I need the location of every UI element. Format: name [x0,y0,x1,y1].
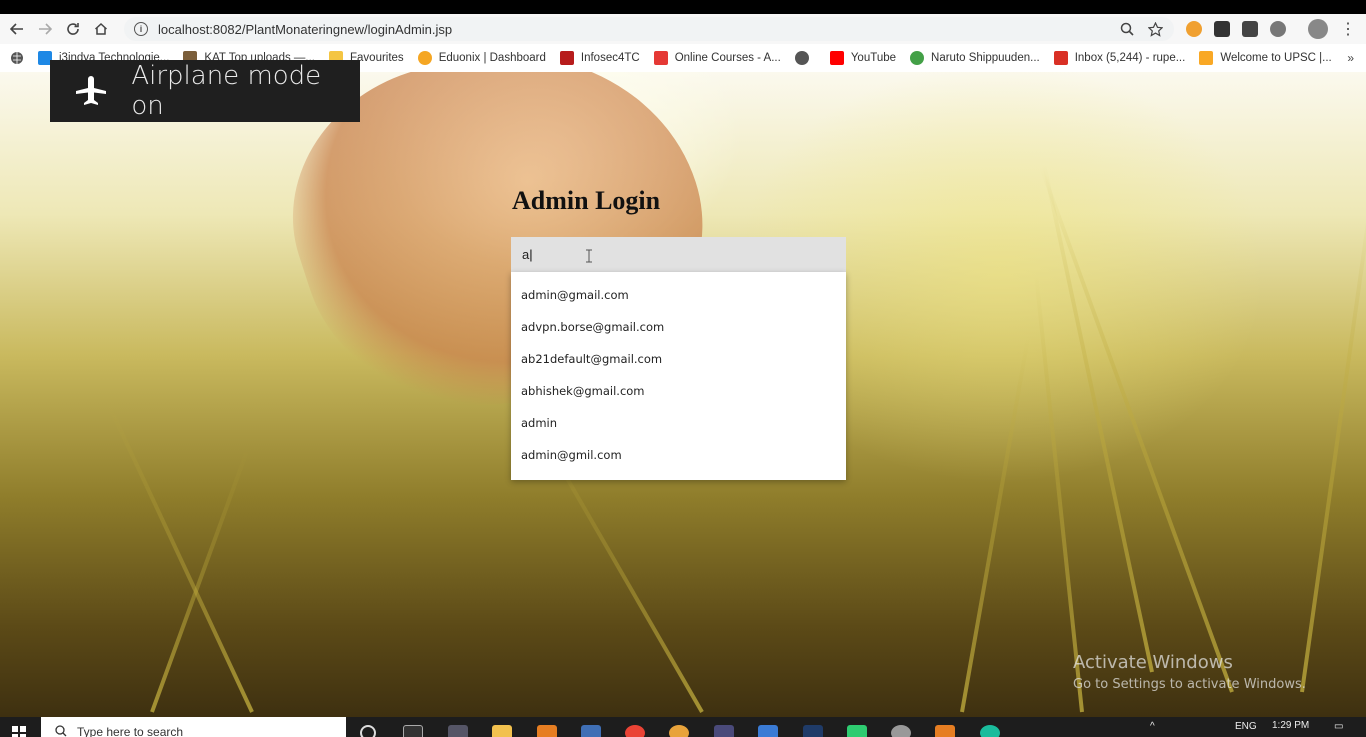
page-title: Admin Login [512,186,661,215]
autocomplete-option[interactable]: abhishek@gmail.com [511,375,846,407]
bookmark-label: Infosec4TC [580,52,640,64]
email-field[interactable]: a | [511,237,846,272]
bookmark-item[interactable]: Eduonix | Dashboard [417,51,546,65]
address-bar-actions [1120,18,1163,40]
globe-icon [11,52,23,64]
avatar[interactable] [1308,19,1328,39]
notification-icon[interactable]: ▭ [1334,721,1343,732]
arrow-left-icon [10,23,23,35]
wheat-stalk [1038,165,1234,693]
bookmark-label: Inbox (5,244) - rupe... [1074,52,1186,64]
autocomplete-option[interactable]: admin@gmil.com [511,439,846,471]
chevron-right-icon[interactable]: » [1347,51,1354,65]
bookmark-item[interactable] [794,51,816,65]
cookie-extension-icon[interactable] [1186,21,1202,37]
bookmark-item[interactable]: Welcome to UPSC |... [1199,51,1332,65]
bookmark-item[interactable]: Online Courses - A... [653,51,781,65]
wheat-stalk [106,403,254,713]
autocomplete-option[interactable]: admin [511,407,846,439]
settings-app-icon[interactable] [891,725,911,737]
tray-chevron-icon[interactable]: ^ [1150,721,1155,732]
selenium-extension-icon[interactable] [1242,21,1258,37]
autocomplete-option[interactable]: advpn.borse@gmail.com [511,311,846,343]
info-icon[interactable]: i [134,22,148,36]
search-icon [55,725,67,737]
wheat-stalk [1300,196,1366,693]
word-icon[interactable] [581,725,601,737]
leaf-extension-icon[interactable] [1270,21,1286,37]
screen-top-bar [0,0,1366,14]
autocomplete-option[interactable]: ab21default@gmail.com [511,343,846,375]
xampp-icon[interactable] [935,725,955,737]
arduino-icon[interactable] [980,725,1000,737]
bookmark-item[interactable]: Naruto Shippuuden... [910,51,1040,65]
wheat-stalk [960,337,1030,713]
package-extension-icon[interactable] [1214,21,1230,37]
forward-button[interactable] [31,15,59,43]
task-view-icon[interactable] [448,725,468,737]
globe-icon [794,51,809,65]
clock-time[interactable]: 1:29 PM [1272,720,1309,731]
upsc-icon [1199,51,1214,65]
taskbar-search[interactable]: Type here to search [41,717,346,737]
vpn-icon[interactable] [758,725,778,737]
eduonix-icon [417,51,432,65]
bookmark-item[interactable]: Infosec4TC [559,51,640,65]
menu-dots-icon[interactable]: ⋮ [1340,19,1356,39]
watermark-subtitle: Go to Settings to activate Windows. [1073,677,1306,692]
bookmark-label: Naruto Shippuuden... [931,52,1040,64]
airplane-mode-text: Airplane mode on [131,61,322,121]
autocomplete-list: admin@gmail.com advpn.borse@gmail.com ab… [511,272,846,480]
airplane-icon [50,74,131,108]
udemy-icon [653,51,668,65]
wheat-stalk [1041,162,1154,673]
email-field-value: a [522,247,530,262]
bookmark-label: Online Courses - A... [674,52,781,64]
watermark-title: Activate Windows [1073,652,1233,673]
taskbar: Type here to search ^ ENG 1:29 PM ▭ [0,717,1366,737]
photoshop-icon[interactable] [803,725,823,737]
firefox-icon[interactable] [669,725,689,737]
youtube-icon [829,51,844,65]
home-button[interactable] [87,15,115,43]
autocomplete-option[interactable]: admin@gmail.com [511,279,846,311]
reload-button[interactable] [59,15,87,43]
zoom-icon[interactable] [1120,22,1134,36]
file-explorer-icon[interactable] [492,725,512,737]
bookmark-label: Eduonix | Dashboard [438,52,546,64]
activation-watermark: Activate Windows Go to Settings to activ… [1073,652,1306,692]
store-icon[interactable] [403,725,423,737]
star-icon[interactable] [1148,21,1163,37]
address-bar[interactable]: i localhost:8082/PlantMonateringnew/logi… [124,17,1174,41]
bookmark-item[interactable]: YouTube [829,51,897,65]
cortana-icon[interactable] [360,725,376,737]
airplane-mode-toast: Airplane mode on [50,60,360,122]
home-icon [94,22,108,35]
wheat-stalk [1034,274,1084,713]
taskbar-search-placeholder: Type here to search [77,725,184,737]
naruto-icon [910,51,925,65]
gmail-icon [1053,51,1068,65]
apps-globe-icon[interactable] [10,51,24,65]
eclipse-icon[interactable] [714,725,734,737]
bookmark-label: YouTube [850,52,897,64]
text-cursor-icon [585,249,592,263]
pycharm-icon[interactable] [847,725,867,737]
extensions-area: ⋮ [1180,18,1356,40]
arrow-right-icon [39,23,52,35]
url-text: localhost:8082/PlantMonateringnew/loginA… [158,21,453,37]
bookmark-item[interactable]: Inbox (5,244) - rupe... [1053,51,1186,65]
shield-icon [559,51,574,65]
language-indicator[interactable]: ENG [1235,721,1257,732]
bookmark-label: Welcome to UPSC |... [1220,52,1332,64]
reload-icon [67,23,79,35]
chrome-icon[interactable] [625,725,645,737]
windows-start-icon[interactable] [12,726,26,737]
sublime-icon[interactable] [537,725,557,737]
back-button[interactable] [3,15,31,43]
